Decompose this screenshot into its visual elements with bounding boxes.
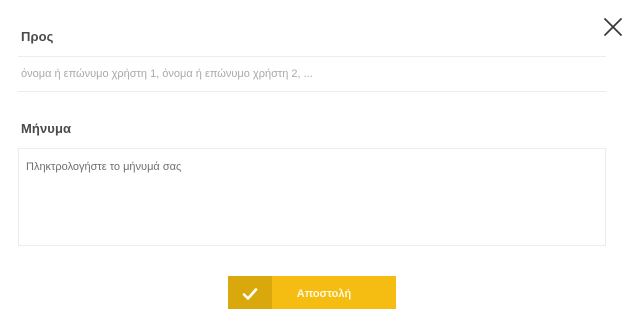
message-textarea[interactable] [18, 148, 606, 246]
recipients-input[interactable] [18, 56, 606, 92]
checkmark-icon [242, 288, 258, 300]
close-icon [604, 18, 622, 36]
message-label: Μήνυμα [21, 121, 72, 136]
close-button[interactable] [603, 17, 623, 37]
to-label: Προς [21, 29, 54, 44]
send-check-box [228, 276, 272, 309]
send-button[interactable]: Αποστολή [228, 276, 396, 309]
new-message-dialog: Προς Μήνυμα Αποστολή [0, 0, 624, 309]
send-button-label: Αποστολή [272, 276, 396, 309]
